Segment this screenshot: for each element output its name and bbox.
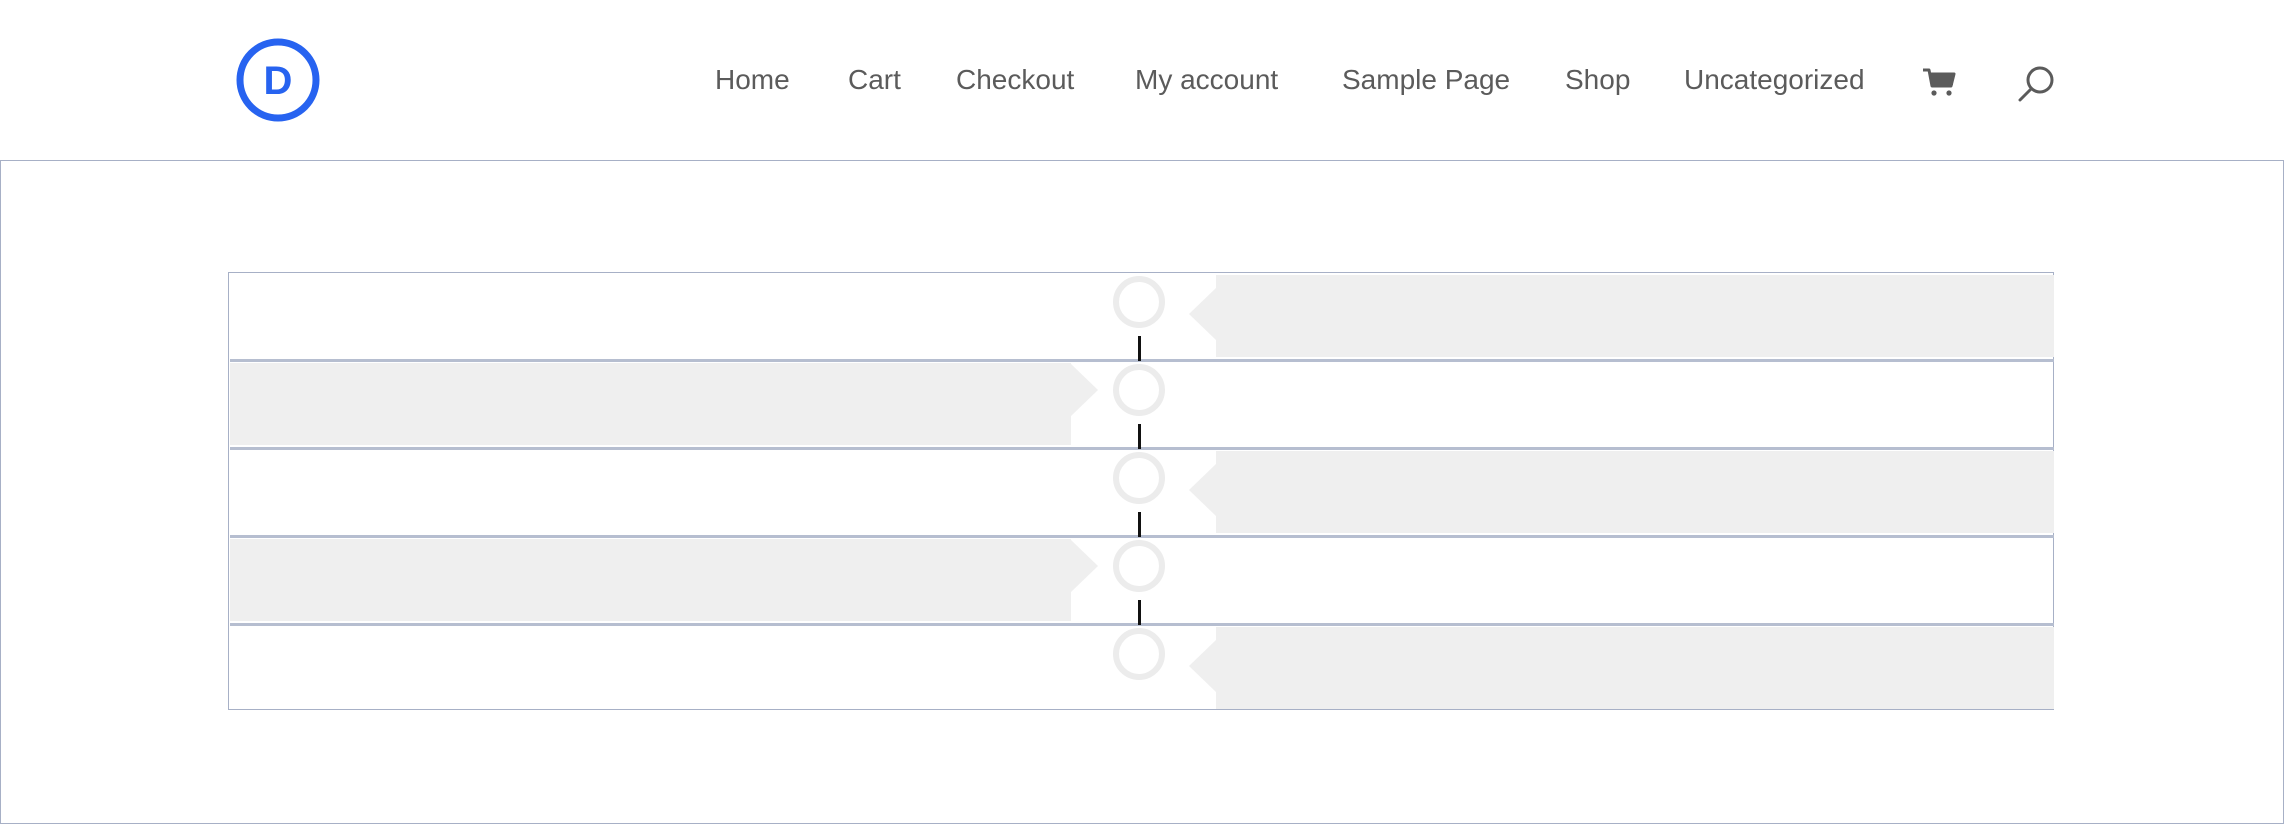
- timeline-entry: [230, 537, 2054, 626]
- timeline-marker: [1113, 364, 1165, 416]
- timeline-entry: [230, 625, 2054, 711]
- nav-item-home[interactable]: Home: [715, 62, 790, 98]
- card-pointer: [1071, 540, 1098, 592]
- nav-item-uncategorized[interactable]: Uncategorized: [1684, 62, 1865, 98]
- timeline-marker: [1113, 452, 1165, 504]
- timeline-marker: [1113, 628, 1165, 680]
- timeline-entry: [230, 361, 2054, 450]
- timeline-connector: [1138, 336, 1141, 361]
- site-header: D Home Cart Checkout My account Sample P…: [0, 0, 2284, 160]
- timeline-entry: [230, 449, 2054, 538]
- timeline-card: [1216, 451, 2054, 533]
- timeline-connector: [1138, 424, 1141, 449]
- nav-item-shop[interactable]: Shop: [1565, 62, 1630, 98]
- nav-item-sample-page[interactable]: Sample Page: [1342, 62, 1510, 98]
- timeline: [228, 272, 2054, 710]
- timeline-connector: [1138, 600, 1141, 625]
- timeline-card: [1216, 275, 2054, 357]
- card-pointer: [1071, 364, 1098, 416]
- nav-item-my-account[interactable]: My account: [1135, 62, 1278, 98]
- search-icon[interactable]: [2016, 64, 2056, 104]
- timeline-connector: [1138, 512, 1141, 537]
- timeline-card: [230, 539, 1071, 621]
- nav-item-checkout[interactable]: Checkout: [956, 62, 1074, 98]
- nav-item-cart[interactable]: Cart: [848, 62, 901, 98]
- timeline-marker: [1113, 276, 1165, 328]
- card-pointer: [1189, 464, 1216, 516]
- timeline-entry: [230, 273, 2054, 362]
- cart-icon[interactable]: [1922, 66, 1956, 98]
- timeline-card: [1216, 627, 2054, 709]
- card-pointer: [1189, 288, 1216, 340]
- timeline-marker: [1113, 540, 1165, 592]
- timeline-card: [230, 363, 1071, 445]
- card-pointer: [1189, 640, 1216, 692]
